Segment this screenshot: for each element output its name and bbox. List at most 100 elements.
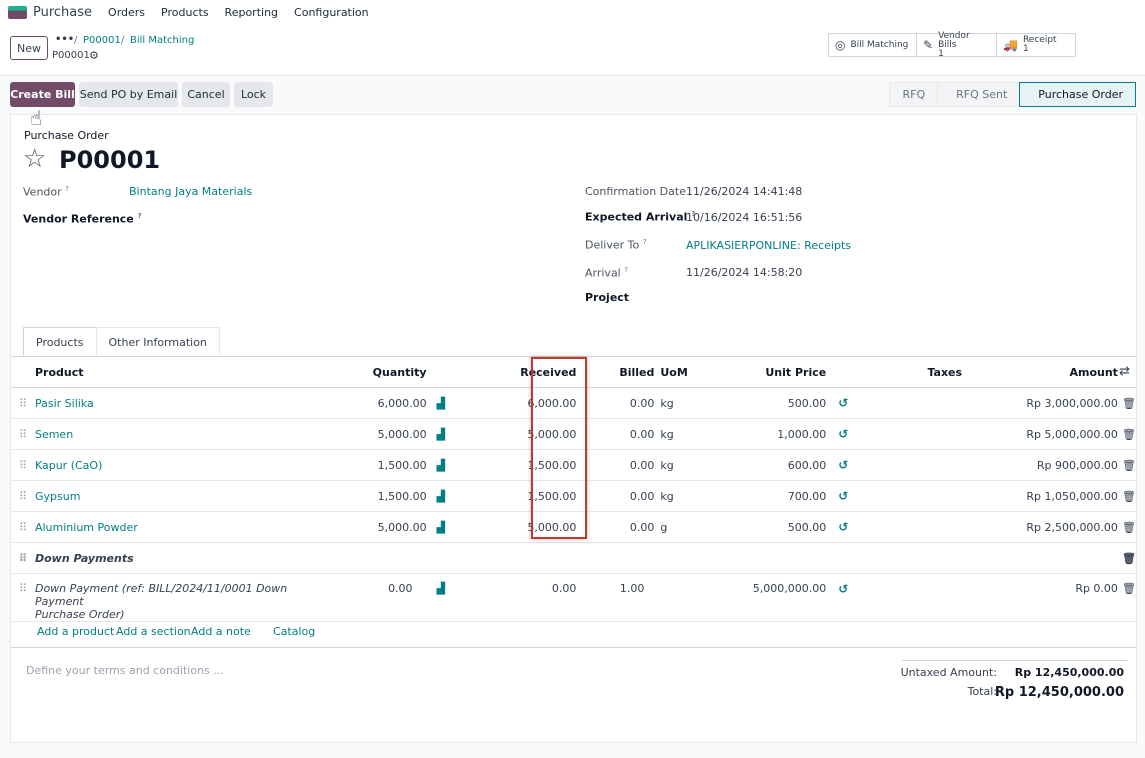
drag-handle-icon[interactable]: ⠿	[11, 573, 35, 622]
section-row[interactable]: ⠿ Down Payments 🗑	[11, 542, 1136, 574]
terms-input[interactable]: Define your terms and conditions ...	[26, 664, 224, 677]
reset-price-icon[interactable]: ↺	[838, 396, 848, 410]
vendor-field[interactable]: Bintang Jaya Materials	[129, 185, 252, 198]
col-taxes[interactable]: Taxes	[862, 356, 963, 388]
product-link[interactable]: Gypsum	[35, 490, 80, 503]
add-product-link[interactable]: Add a product	[37, 625, 114, 638]
drag-handle-icon[interactable]: ⠿	[11, 387, 35, 419]
drag-handle-icon[interactable]: ⠿	[11, 480, 35, 512]
reset-price-icon[interactable]: ↺	[838, 458, 848, 472]
receipt-button[interactable]: 🚚 Receipt 1	[997, 34, 1075, 56]
drag-handle-icon[interactable]: ⠿	[11, 418, 35, 450]
product-link[interactable]: Pasir Silika	[35, 397, 94, 410]
unit-price-cell[interactable]: 500.00	[714, 511, 827, 543]
trash-icon[interactable]: 🗑	[1122, 397, 1136, 410]
trash-icon[interactable]: 🗑	[1122, 552, 1136, 565]
menu-orders[interactable]: Orders	[108, 6, 145, 19]
arrival-field[interactable]: 11/26/2024 14:58:20	[686, 266, 802, 279]
cancel-button[interactable]: Cancel	[182, 82, 230, 107]
quantity-cell[interactable]: 1,500.00	[294, 449, 427, 481]
table-row[interactable]: ⠿ Semen 5,000.00 ▟ 5,000.00 0.00 kg 1,00…	[11, 418, 1136, 450]
catalog-link[interactable]: Catalog	[273, 625, 315, 638]
product-link[interactable]: Kapur (CaO)	[35, 459, 102, 472]
down-payment-description[interactable]: Down Payment (ref: BILL/2024/11/0001 Dow…	[34, 573, 295, 622]
add-note-link[interactable]: Add a note	[191, 625, 251, 638]
tab-other-information[interactable]: Other Information	[95, 327, 220, 356]
received-cell[interactable]: 0.00	[456, 573, 577, 622]
trash-icon[interactable]: 🗑	[1122, 428, 1136, 441]
forecast-chart-icon[interactable]: ▟	[437, 490, 445, 503]
breadcrumb-p00001[interactable]: P00001	[83, 35, 121, 46]
gear-icon[interactable]: ⚙	[89, 49, 99, 62]
forecast-chart-icon[interactable]: ▟	[437, 582, 445, 595]
uom-cell[interactable]: kg	[654, 387, 715, 419]
forecast-chart-icon[interactable]: ▟	[437, 428, 445, 441]
quantity-cell[interactable]: 0.00	[294, 573, 427, 622]
table-row[interactable]: ⠿ Gypsum 1,500.00 ▟ 1,500.00 0.00 kg 700…	[11, 480, 1136, 512]
status-rfq-sent[interactable]: RFQ Sent	[937, 82, 1021, 107]
col-amount[interactable]: Amount	[962, 356, 1118, 388]
menu-configuration[interactable]: Configuration	[294, 6, 369, 19]
table-row[interactable]: ⠿ Pasir Silika 6,000.00 ▟ 6,000.00 0.00 …	[11, 387, 1136, 419]
col-received[interactable]: Received	[456, 356, 577, 388]
down-payment-row[interactable]: ⠿ Down Payment (ref: BILL/2024/11/0001 D…	[11, 573, 1136, 622]
forecast-chart-icon[interactable]: ▟	[437, 397, 445, 410]
col-unit-price[interactable]: Unit Price	[714, 356, 827, 388]
reset-price-icon[interactable]: ↺	[838, 427, 848, 441]
product-link[interactable]: Aluminium Powder	[35, 521, 138, 534]
lock-button[interactable]: Lock	[234, 82, 273, 107]
app-name[interactable]: Purchase	[33, 5, 92, 20]
quantity-cell[interactable]: 1,500.00	[294, 480, 427, 512]
star-icon[interactable]: ☆	[23, 144, 46, 174]
unit-price-cell[interactable]: 700.00	[714, 480, 827, 512]
col-uom[interactable]: UoM	[654, 356, 715, 388]
col-quantity[interactable]: Quantity	[294, 356, 427, 388]
unit-price-cell[interactable]: 5,000,000.00	[714, 573, 827, 622]
quantity-cell[interactable]: 5,000.00	[294, 418, 427, 450]
quantity-cell[interactable]: 6,000.00	[294, 387, 427, 419]
received-cell[interactable]: 5,000.00	[456, 511, 577, 543]
trash-icon[interactable]: 🗑	[1122, 459, 1136, 472]
trash-icon[interactable]: 🗑	[1122, 490, 1136, 503]
expected-arrival-field[interactable]: 10/16/2024 16:51:56	[686, 211, 802, 224]
drag-handle-icon[interactable]: ⠿	[11, 542, 35, 574]
reset-price-icon[interactable]: ↺	[838, 582, 848, 596]
deliver-to-field[interactable]: APLIKASIERPONLINE: Receipts	[686, 239, 851, 252]
received-cell[interactable]: 6,000.00	[456, 387, 577, 419]
product-link[interactable]: Semen	[35, 428, 73, 441]
col-product[interactable]: Product	[34, 356, 295, 388]
section-label[interactable]: Down Payments	[34, 542, 1118, 574]
unit-price-cell[interactable]: 500.00	[714, 387, 827, 419]
vendor-bills-button[interactable]: ✎ Vendor Bills 1	[917, 31, 997, 58]
forecast-chart-icon[interactable]: ▟	[437, 459, 445, 472]
create-bill-button[interactable]: Create Bill	[10, 82, 75, 107]
forecast-chart-icon[interactable]: ▟	[437, 521, 445, 534]
col-billed[interactable]: Billed	[576, 356, 655, 388]
breadcrumb-bill-matching[interactable]: Bill Matching	[130, 35, 194, 46]
reset-price-icon[interactable]: ↺	[838, 489, 848, 503]
drag-handle-icon[interactable]: ⠿	[11, 511, 35, 543]
trash-icon[interactable]: 🗑	[1122, 582, 1136, 595]
tab-products[interactable]: Products	[23, 327, 97, 356]
purchase-app-icon[interactable]	[8, 5, 27, 19]
confirmation-date-field[interactable]: 11/26/2024 14:41:48	[686, 185, 802, 198]
send-po-button[interactable]: Send PO by Email	[79, 82, 178, 107]
reset-price-icon[interactable]: ↺	[838, 520, 848, 534]
bill-matching-button[interactable]: ◎ Bill Matching	[829, 34, 917, 56]
menu-reporting[interactable]: Reporting	[225, 6, 278, 19]
uom-cell[interactable]: kg	[654, 449, 715, 481]
received-cell[interactable]: 1,500.00	[456, 480, 577, 512]
menu-products[interactable]: Products	[161, 6, 209, 19]
unit-price-cell[interactable]: 600.00	[714, 449, 827, 481]
received-cell[interactable]: 1,500.00	[456, 449, 577, 481]
received-cell[interactable]: 5,000.00	[456, 418, 577, 450]
breadcrumb-more[interactable]: •••	[55, 34, 74, 45]
add-section-link[interactable]: Add a section	[116, 625, 191, 638]
drag-handle-icon[interactable]: ⠿	[11, 449, 35, 481]
new-button[interactable]: New	[10, 36, 48, 60]
unit-price-cell[interactable]: 1,000.00	[714, 418, 827, 450]
uom-cell[interactable]: kg	[654, 418, 715, 450]
table-row[interactable]: ⠿ Aluminium Powder 5,000.00 ▟ 5,000.00 0…	[11, 511, 1136, 543]
status-rfq[interactable]: RFQ	[889, 82, 939, 107]
table-row[interactable]: ⠿ Kapur (CaO) 1,500.00 ▟ 1,500.00 0.00 k…	[11, 449, 1136, 481]
